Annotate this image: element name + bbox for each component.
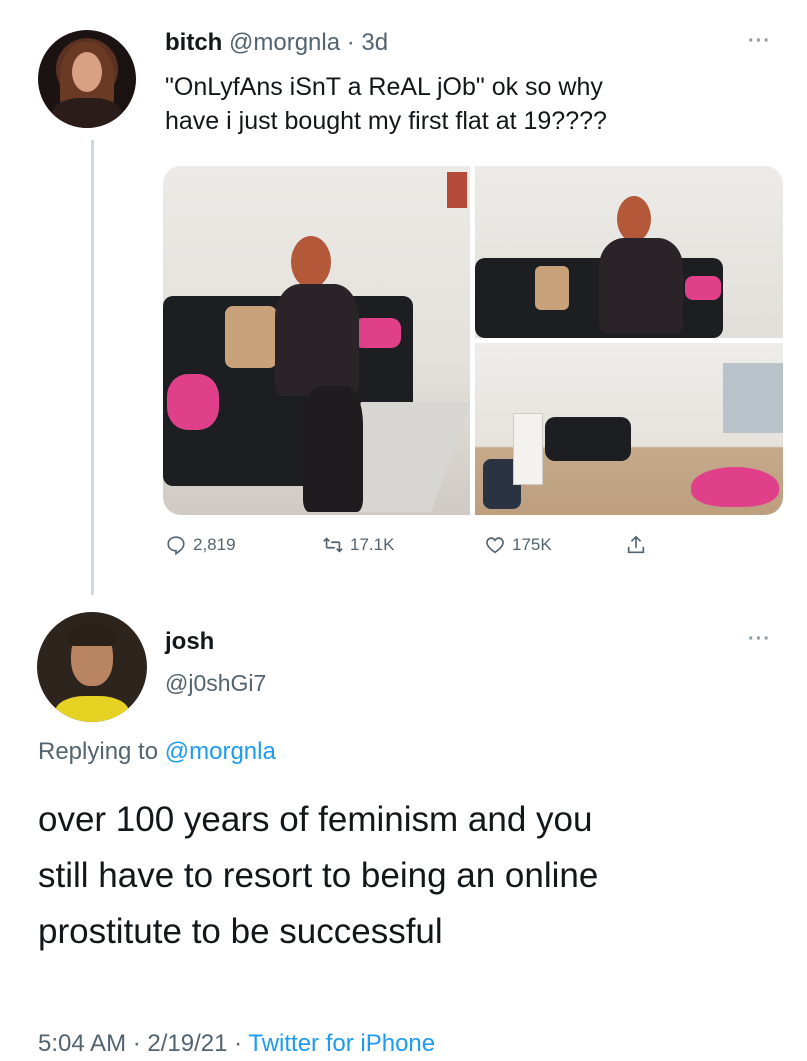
share-action[interactable]: [625, 534, 647, 556]
retweet-count: 17.1K: [350, 535, 395, 554]
person-head-shape: [617, 196, 651, 242]
person-body-shape: [599, 238, 683, 334]
handle-and-time[interactable]: @morgnla · 3d: [229, 29, 388, 56]
avatar-face: [72, 52, 102, 92]
replying-to: Replying to @morgnla: [38, 738, 276, 766]
pink-chair-shape: [691, 467, 779, 507]
thread-connector-line: [91, 140, 94, 595]
handle[interactable]: @j0shGi7: [165, 670, 266, 697]
pink-cushion-shape: [167, 374, 219, 430]
share-icon[interactable]: [625, 534, 647, 556]
source-link[interactable]: Twitter for iPhone: [248, 1030, 435, 1057]
media-grid: [163, 166, 783, 515]
photo-main[interactable]: [163, 166, 470, 515]
tweet-text-line: have i just bought my first flat at 19??…: [165, 107, 607, 135]
reply-count: 2,819: [193, 535, 236, 554]
reply-icon[interactable]: [165, 534, 187, 556]
photo-bottom-right[interactable]: [475, 343, 783, 515]
replying-prefix: Replying to: [38, 738, 159, 765]
like-count: 175K: [512, 535, 552, 554]
pink-bow-shape: [353, 318, 401, 348]
like-action[interactable]: 175K: [484, 534, 552, 556]
sofa-shape: [545, 417, 631, 461]
window-shape: [723, 363, 783, 433]
tweet-text: over 100 years of feminism and you still…: [38, 792, 778, 960]
avatar[interactable]: [37, 612, 147, 722]
tweet-text-line: "OnLyfAns iSnT a ReAL jOb" ok so why: [165, 73, 603, 101]
tweet-header: bitch @morgnla · 3d: [165, 28, 388, 58]
timestamp[interactable]: 5:04 AM · 2/19/21 ·: [38, 1030, 248, 1057]
tweet-text-line: prostitute to be successful: [38, 912, 443, 951]
person-legs-shape: [303, 386, 363, 512]
retweet-icon[interactable]: [322, 534, 344, 556]
display-name[interactable]: josh: [165, 628, 214, 656]
retweet-action[interactable]: 17.1K: [322, 534, 394, 556]
reply-action[interactable]: 2,819: [165, 534, 236, 556]
tweet-text: "OnLyfAns iSnT a ReAL jOb" ok so why hav…: [165, 70, 765, 138]
cushion-shape: [225, 306, 277, 368]
person-body-shape: [275, 284, 359, 396]
tweet-text-line: still have to resort to being an online: [38, 856, 599, 895]
like-icon[interactable]: [484, 534, 506, 556]
person-head-shape: [291, 236, 331, 288]
shelf-shape: [513, 413, 543, 485]
original-tweet[interactable]: bitch @morgnla · 3d ··· "OnLyfAns iSnT a…: [0, 0, 807, 600]
cushion-shape: [535, 266, 569, 310]
avatar-body: [52, 98, 122, 128]
photo-top-right[interactable]: [475, 166, 783, 338]
avatar-hair: [67, 624, 117, 646]
display-name[interactable]: bitch: [165, 29, 222, 56]
replying-handle-link[interactable]: @morgnla: [165, 738, 276, 765]
avatar[interactable]: [38, 30, 136, 128]
wall-poster-shape: [447, 172, 467, 208]
more-icon[interactable]: ···: [748, 30, 771, 53]
avatar-jersey: [55, 696, 129, 722]
more-icon[interactable]: ···: [748, 628, 771, 651]
tweet-text-line: over 100 years of feminism and you: [38, 800, 593, 839]
tweet-metadata: 5:04 AM · 2/19/21 · Twitter for iPhone: [38, 1030, 435, 1058]
pink-bow-shape: [685, 276, 721, 300]
